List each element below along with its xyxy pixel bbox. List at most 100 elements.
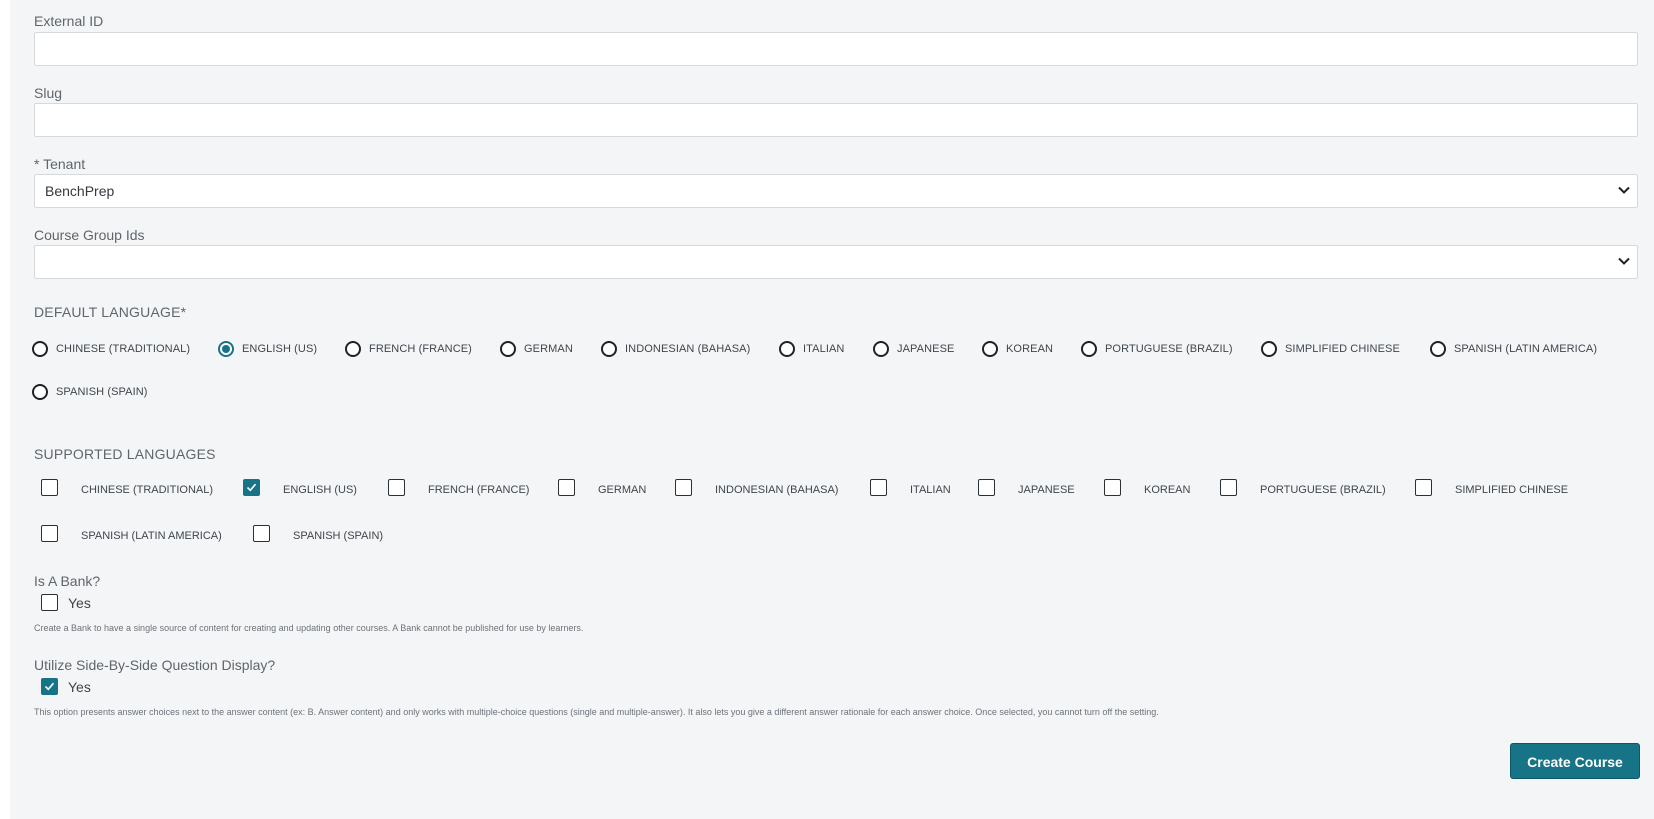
supported-language-option-italian[interactable]: ITALIAN xyxy=(870,478,951,496)
radio-label: SPANISH (LATIN AMERICA) xyxy=(1454,343,1598,355)
checkbox-label: SIMPLIFIED CHINESE xyxy=(1455,484,1569,496)
checkbox[interactable] xyxy=(870,478,887,496)
checkbox[interactable] xyxy=(1415,478,1432,496)
default-language-option-spanish-latin-america[interactable]: SPANISH (LATIN AMERICA) xyxy=(1430,341,1597,357)
checkbox-label: CHINESE (TRADITIONAL) xyxy=(81,484,214,496)
radio-label: PORTUGUESE (BRAZIL) xyxy=(1105,343,1233,355)
external-id-input[interactable] xyxy=(34,32,1638,66)
default-language-option-simplified-chinese[interactable]: SIMPLIFIED CHINESE xyxy=(1261,341,1400,357)
checkbox[interactable] xyxy=(558,478,575,496)
supported-language-option-indonesian-bahasa[interactable]: INDONESIAN (BAHASA) xyxy=(675,478,838,496)
checkbox-label: ENGLISH (US) xyxy=(283,484,357,496)
supported-language-option-english-us[interactable]: ENGLISH (US) xyxy=(243,478,357,496)
radio-button[interactable] xyxy=(873,341,889,357)
supported-languages-title: SUPPORTED LANGUAGES xyxy=(34,446,216,462)
default-language-option-korean[interactable]: KOREAN xyxy=(982,341,1053,357)
checkbox-label: FRENCH (FRANCE) xyxy=(428,484,530,496)
default-language-title: DEFAULT LANGUAGE* xyxy=(34,304,187,320)
checkbox-label: PORTUGUESE (BRAZIL) xyxy=(1260,484,1386,496)
default-language-option-japanese[interactable]: JAPANESE xyxy=(873,341,954,357)
default-language-option-german[interactable]: GERMAN xyxy=(500,341,573,357)
checkbox[interactable] xyxy=(388,478,405,496)
default-language-option-spanish-spain[interactable]: SPANISH (SPAIN) xyxy=(32,384,148,400)
checkbox[interactable] xyxy=(41,524,58,542)
is-bank-checkbox[interactable] xyxy=(41,594,58,611)
checkbox-label: JAPANESE xyxy=(1018,484,1075,496)
radio-button[interactable] xyxy=(982,341,998,357)
chevron-down-icon xyxy=(1618,186,1630,194)
checkbox[interactable] xyxy=(1220,478,1237,496)
default-language-option-chinese-traditional[interactable]: CHINESE (TRADITIONAL) xyxy=(32,341,190,357)
required-mark: * xyxy=(34,156,40,172)
checkmark-icon xyxy=(44,682,55,691)
side-by-side-yes-label: Yes xyxy=(68,678,91,695)
checkbox[interactable] xyxy=(253,524,270,542)
radio-label: KOREAN xyxy=(1006,343,1054,355)
default-language-option-indonesian-bahasa[interactable]: INDONESIAN (BAHASA) xyxy=(601,341,750,357)
radio-button[interactable] xyxy=(218,341,234,357)
supported-language-option-french-france[interactable]: FRENCH (FRANCE) xyxy=(388,478,529,496)
tenant-label-text: Tenant xyxy=(43,156,86,172)
slug-input[interactable] xyxy=(34,103,1638,137)
radio-button[interactable] xyxy=(1081,341,1097,357)
radio-label: FRENCH (FRANCE) xyxy=(369,343,472,355)
default-language-option-italian[interactable]: ITALIAN xyxy=(779,341,844,357)
checkbox[interactable] xyxy=(675,478,692,496)
radio-label: INDONESIAN (BAHASA) xyxy=(625,343,751,355)
course-group-ids-label: Course Group Ids xyxy=(34,227,145,243)
checkbox-label: GERMAN xyxy=(598,484,647,496)
checkbox-label: INDONESIAN (BAHASA) xyxy=(715,484,839,496)
checkbox[interactable] xyxy=(41,478,58,496)
default-language-option-english-us[interactable]: ENGLISH (US) xyxy=(218,341,317,357)
radio-label: ENGLISH (US) xyxy=(242,343,318,355)
chevron-down-icon xyxy=(1618,257,1630,265)
radio-label: ITALIAN xyxy=(803,343,845,355)
supported-language-option-german[interactable]: GERMAN xyxy=(558,478,646,496)
checkbox-label: SPANISH (SPAIN) xyxy=(293,530,384,542)
radio-button[interactable] xyxy=(1261,341,1277,357)
checkbox[interactable] xyxy=(243,478,260,496)
radio-label: SPANISH (SPAIN) xyxy=(56,386,148,398)
radio-button[interactable] xyxy=(779,341,795,357)
checkbox[interactable] xyxy=(1104,478,1121,496)
checkbox-label: SPANISH (LATIN AMERICA) xyxy=(81,530,222,542)
is-bank-label: Is A Bank? xyxy=(34,573,101,589)
radio-button[interactable] xyxy=(345,341,361,357)
supported-language-option-japanese[interactable]: JAPANESE xyxy=(978,478,1075,496)
radio-button[interactable] xyxy=(500,341,516,357)
is-bank-option[interactable]: Yes xyxy=(41,594,91,611)
create-course-button[interactable]: Create Course xyxy=(1510,743,1640,779)
supported-language-option-chinese-traditional[interactable]: CHINESE (TRADITIONAL) xyxy=(41,478,213,496)
radio-button[interactable] xyxy=(601,341,617,357)
checkbox[interactable] xyxy=(978,478,995,496)
supported-language-option-simplified-chinese[interactable]: SIMPLIFIED CHINESE xyxy=(1415,478,1568,496)
radio-label: GERMAN xyxy=(524,343,573,355)
supported-language-option-portuguese-brazil[interactable]: PORTUGUESE (BRAZIL) xyxy=(1220,478,1386,496)
default-language-option-french-france[interactable]: FRENCH (FRANCE) xyxy=(345,341,472,357)
radio-label: JAPANESE xyxy=(897,343,955,355)
is-bank-yes-label: Yes xyxy=(68,594,91,611)
side-by-side-help: This option presents answer choices next… xyxy=(34,707,1159,717)
radio-button[interactable] xyxy=(1430,341,1446,357)
slug-label: Slug xyxy=(34,85,63,101)
checkmark-icon xyxy=(246,483,257,491)
tenant-select-value: BenchPrep xyxy=(45,183,115,199)
supported-language-option-spanish-spain[interactable]: SPANISH (SPAIN) xyxy=(253,524,383,542)
external-id-label: External ID xyxy=(34,13,104,29)
default-language-option-portuguese-brazil[interactable]: PORTUGUESE (BRAZIL) xyxy=(1081,341,1233,357)
side-by-side-label: Utilize Side-By-Side Question Display? xyxy=(34,657,276,673)
course-group-ids-select[interactable] xyxy=(34,245,1638,279)
radio-button[interactable] xyxy=(32,384,48,400)
side-by-side-checkbox[interactable] xyxy=(41,678,58,695)
tenant-label: * Tenant xyxy=(34,156,85,172)
radio-button[interactable] xyxy=(32,341,48,357)
checkbox-label: ITALIAN xyxy=(910,484,951,496)
side-by-side-option[interactable]: Yes xyxy=(41,678,91,695)
is-bank-help: Create a Bank to have a single source of… xyxy=(34,623,584,633)
tenant-select[interactable]: BenchPrep xyxy=(34,174,1638,208)
radio-label: CHINESE (TRADITIONAL) xyxy=(56,343,191,355)
supported-language-option-spanish-latin-america[interactable]: SPANISH (LATIN AMERICA) xyxy=(41,524,222,542)
supported-language-option-korean[interactable]: KOREAN xyxy=(1104,478,1190,496)
checkbox-label: KOREAN xyxy=(1144,484,1191,496)
radio-label: SIMPLIFIED CHINESE xyxy=(1285,343,1400,355)
